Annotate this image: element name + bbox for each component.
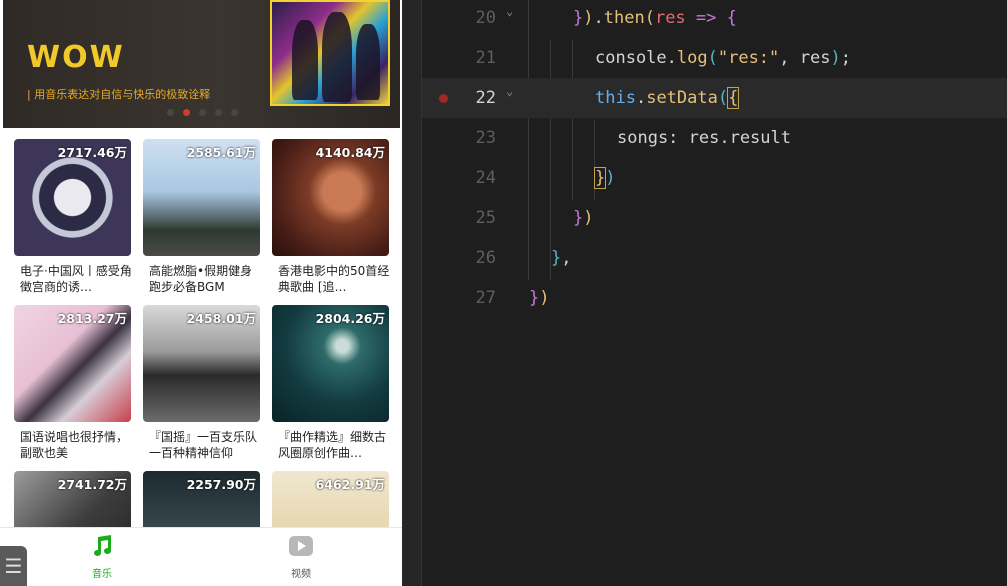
tab-video-label: 视频 xyxy=(291,569,311,580)
code-text: }) xyxy=(593,167,616,189)
music-note-icon xyxy=(94,535,111,556)
code-line[interactable]: 23 songs: res.result xyxy=(422,118,1007,158)
fold-chevron-icon[interactable]: ⌄ xyxy=(506,4,513,18)
play-button-icon xyxy=(289,536,313,556)
code-text: console.log("res:", res); xyxy=(595,48,851,68)
code-line[interactable]: 27 }) xyxy=(422,278,1007,318)
tab-bar: 音乐 视频 xyxy=(0,527,402,586)
indicator-dot-active[interactable] xyxy=(183,109,190,116)
code-text: this.setData({ xyxy=(595,87,740,109)
panel-divider[interactable] xyxy=(402,0,422,586)
line-number: 22 xyxy=(475,88,496,108)
code-editor[interactable]: 20 ⌄ }).then(res => { 21 console.log("re… xyxy=(422,0,1007,586)
song-card[interactable]: 2458.01万 『国摇』一百支乐队一百种精神信仰 xyxy=(143,305,260,460)
code-line[interactable]: 24 }) xyxy=(422,158,1007,198)
song-name: 『曲作精选』细数古风圈原创作曲… xyxy=(278,430,387,460)
tab-music[interactable]: 音乐 xyxy=(72,534,132,580)
song-card[interactable]: 2813.27万 国语说唱也很抒情，副歌也美 xyxy=(14,305,131,460)
song-name: 电子·中国风丨感受角徵宫商的诱… xyxy=(20,264,132,294)
code-line[interactable]: 21 console.log("res:", res); xyxy=(422,38,1007,78)
banner-poster-image xyxy=(270,0,390,106)
line-number: 25 xyxy=(475,208,496,228)
song-cover: 2585.61万 xyxy=(143,139,260,256)
play-count: 2813.27万 xyxy=(57,311,127,326)
indicator-dot[interactable] xyxy=(167,109,174,116)
line-number: 21 xyxy=(475,48,496,68)
line-number: 24 xyxy=(475,168,496,188)
play-count: 2585.61万 xyxy=(186,145,256,160)
play-count: 2741.72万 xyxy=(57,477,127,492)
song-card[interactable]: 2717.46万 电子·中国风丨感受角徵宫商的诱… xyxy=(14,139,132,294)
song-card[interactable]: 2585.61万 高能燃脂•假期健身跑步必备BGM xyxy=(143,139,260,294)
indicator-dot[interactable] xyxy=(215,109,222,116)
song-name: 香港电影中的50首经典歌曲 [追… xyxy=(278,264,390,294)
tab-video[interactable]: 视频 xyxy=(271,534,331,580)
song-card[interactable]: 4140.84万 香港电影中的50首经典歌曲 [追… xyxy=(272,139,389,294)
code-text: }, xyxy=(551,248,572,268)
play-count: 4140.84万 xyxy=(315,145,385,160)
line-number: 26 xyxy=(475,248,496,268)
song-cover: 2458.01万 xyxy=(143,305,260,422)
banner-indicator xyxy=(167,109,238,116)
banner-title: WOW xyxy=(27,40,125,75)
screen: WOW | 用音乐表达对自信与快乐的极致诠释 2717.46万 电子·中国风丨感… xyxy=(0,0,1007,586)
phone-simulator: WOW | 用音乐表达对自信与快乐的极致诠释 2717.46万 电子·中国风丨感… xyxy=(0,0,402,586)
play-count: 6462.91万 xyxy=(315,477,385,492)
song-cover: 2717.46万 xyxy=(14,139,131,256)
banner-swiper[interactable]: WOW | 用音乐表达对自信与快乐的极致诠释 xyxy=(3,0,400,128)
code-line[interactable]: 20 ⌄ }).then(res => { xyxy=(422,0,1007,38)
song-cover: 4140.84万 xyxy=(272,139,389,256)
song-card[interactable]: 2804.26万 『曲作精选』细数古风圈原创作曲… xyxy=(272,305,389,460)
fold-chevron-icon[interactable]: ⌄ xyxy=(506,84,513,98)
indicator-dot[interactable] xyxy=(199,109,206,116)
song-name: 国语说唱也很抒情，副歌也美 xyxy=(20,430,129,460)
menu-icon[interactable]: ☰ xyxy=(0,546,27,586)
play-count: 2257.90万 xyxy=(186,477,256,492)
song-cover: 2813.27万 xyxy=(14,305,131,422)
indicator-dot[interactable] xyxy=(231,109,238,116)
code-line[interactable]: 26 }, xyxy=(422,238,1007,278)
code-text: songs: res.result xyxy=(617,128,791,148)
song-name: 『国摇』一百支乐队一百种精神信仰 xyxy=(149,430,258,460)
line-number: 20 xyxy=(475,8,496,28)
code-line[interactable]: 25 }) xyxy=(422,198,1007,238)
code-text: }) xyxy=(573,208,594,228)
play-count: 2458.01万 xyxy=(186,311,256,326)
song-cover: 2804.26万 xyxy=(272,305,389,422)
play-count: 2804.26万 xyxy=(315,311,385,326)
code-text: }) xyxy=(529,288,550,308)
line-number: 23 xyxy=(475,128,496,148)
tab-music-label: 音乐 xyxy=(92,569,112,580)
play-count: 2717.46万 xyxy=(57,145,127,160)
code-text: }).then(res => { xyxy=(573,8,737,28)
code-line-current[interactable]: 22 ⌄ this.setData({ xyxy=(422,78,1007,118)
song-name: 高能燃脂•假期健身跑步必备BGM xyxy=(149,264,253,294)
line-number: 27 xyxy=(475,288,496,308)
banner-slogan: | 用音乐表达对自信与快乐的极致诠释 xyxy=(27,88,211,101)
